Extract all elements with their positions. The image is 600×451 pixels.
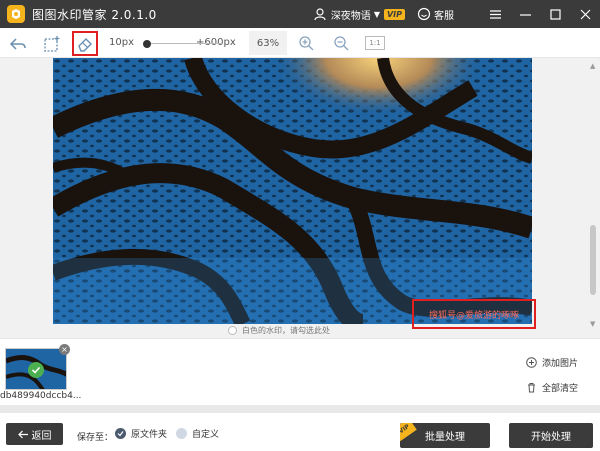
eraser-button[interactable] (72, 31, 98, 56)
section-divider (0, 405, 600, 413)
remove-thumbnail-button[interactable]: × (59, 344, 70, 355)
maximize-icon (549, 8, 561, 20)
rect-select-icon (44, 35, 60, 52)
photo-preview[interactable] (53, 58, 532, 324)
app-logo-icon (12, 9, 20, 19)
brush-size-slider-handle[interactable] (142, 40, 151, 48)
title-bar: 图图水印管家 2.0.1.0 深夜物语 ▼ VIP 客服 (0, 0, 600, 28)
hamburger-icon (489, 9, 501, 19)
save-to-label: 保存至： (77, 433, 114, 443)
batch-process-label: 批量处理 (425, 432, 465, 443)
radio-unchecked-icon[interactable] (176, 428, 187, 439)
app-title: 图图水印管家 2.0.1.0 (32, 7, 157, 22)
user-icon[interactable] (313, 7, 327, 21)
batch-process-button[interactable]: VIP 批量处理 (400, 423, 490, 448)
customer-service-icon[interactable] (417, 7, 431, 21)
eraser-icon (78, 37, 92, 52)
terraced-fields-photo (53, 58, 532, 324)
chevron-down-icon[interactable]: ▼ (374, 10, 380, 19)
zoom-out-button[interactable] (333, 35, 349, 51)
vip-badge: VIP (383, 8, 405, 20)
add-image-button[interactable]: 添加图片 (526, 356, 578, 369)
thumbnail-filename: db489940dccb4... (0, 391, 82, 401)
undo-button[interactable] (5, 31, 31, 56)
check-icon (28, 362, 44, 378)
editor-toolbar: 10px +600px 63% 1:1 (0, 28, 600, 58)
menu-button[interactable] (480, 0, 510, 28)
start-process-button[interactable]: 开始处理 (509, 423, 593, 448)
radio-checked-icon[interactable] (115, 428, 126, 439)
zoom-level: 63% (249, 31, 287, 55)
scrollbar-thumb[interactable] (590, 225, 596, 295)
minimize-icon (519, 13, 531, 16)
watermark-selection[interactable]: 搜狐号@爱旅游的啄啄 (412, 299, 536, 329)
scroll-down-icon[interactable]: ▼ (590, 320, 595, 328)
add-image-label: 添加图片 (542, 359, 579, 369)
zoom-in-button[interactable] (298, 35, 314, 51)
app-logo (7, 5, 25, 23)
start-process-label: 开始处理 (531, 432, 571, 443)
maximize-button[interactable] (540, 0, 570, 28)
scroll-up-icon[interactable]: ▲ (590, 62, 595, 70)
minimize-button[interactable] (510, 0, 540, 28)
white-watermark-option[interactable]: 白色的水印，请勾选此处 (228, 325, 330, 336)
back-label: 返回 (31, 430, 52, 442)
customer-service-link[interactable]: 客服 (434, 7, 454, 22)
back-arrow-icon (17, 430, 28, 438)
zoom-in-icon (299, 36, 314, 51)
zoom-out-icon (334, 36, 349, 51)
username[interactable]: 深夜物语 (331, 7, 371, 22)
watermark-text: 搜狐号@爱旅游的啄啄 (428, 310, 519, 321)
clear-all-label: 全部清空 (542, 384, 579, 394)
image-canvas (0, 58, 600, 338)
thumbnail-strip (0, 338, 600, 410)
custom-folder-label: 自定义 (192, 430, 220, 440)
brush-size-slider[interactable] (143, 43, 222, 44)
brush-size-min: 10px (109, 37, 134, 48)
back-button[interactable]: 返回 (6, 423, 63, 445)
vip-corner-badge: VIP (400, 423, 417, 442)
add-circle-icon (526, 357, 537, 368)
rect-select-button[interactable] (39, 31, 65, 56)
vertical-scrollbar[interactable] (587, 58, 600, 338)
trash-icon (528, 383, 535, 393)
white-watermark-radio[interactable] (228, 326, 237, 335)
save-custom-option[interactable]: 自定义 (176, 427, 219, 440)
actual-size-button[interactable]: 1:1 (365, 36, 385, 50)
clear-all-button[interactable]: 全部清空 (526, 381, 578, 394)
close-icon (580, 9, 590, 19)
original-folder-label: 原文件夹 (131, 430, 168, 440)
back-icon (9, 37, 26, 50)
close-button[interactable] (570, 0, 600, 28)
save-original-folder-option[interactable]: 原文件夹 (115, 427, 167, 440)
white-watermark-label: 白色的水印，请勾选此处 (242, 326, 330, 335)
